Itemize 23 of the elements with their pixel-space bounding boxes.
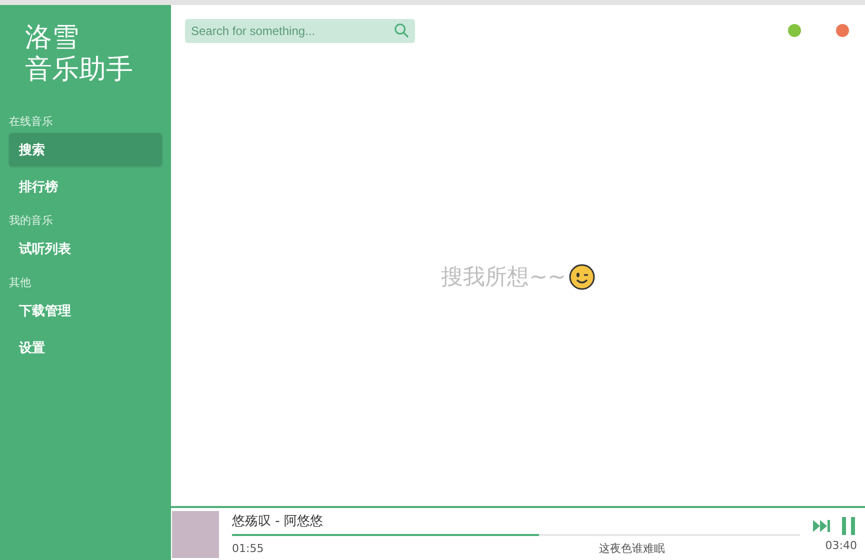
pause-button[interactable] bbox=[841, 516, 857, 534]
song-title: 悠殇叹 - 阿悠悠 bbox=[232, 513, 324, 530]
sidebar-section-title: 我的音乐 bbox=[9, 213, 54, 228]
empty-state-message: 搜我所想~~ bbox=[441, 264, 566, 292]
sidebar-item[interactable]: 搜索 bbox=[9, 133, 162, 166]
window-control-button[interactable] bbox=[788, 24, 801, 37]
sidebar-item[interactable]: 设置 bbox=[9, 331, 162, 364]
sidebar-section-title: 其他 bbox=[9, 275, 32, 290]
elapsed-time: 01:55 bbox=[232, 542, 264, 555]
album-cover bbox=[172, 510, 219, 558]
sidebar-item[interactable]: 下载管理 bbox=[9, 294, 162, 327]
window-control-button[interactable] bbox=[836, 24, 849, 37]
search-icon[interactable] bbox=[394, 22, 409, 38]
winking-face-icon bbox=[568, 264, 595, 290]
lyric-line: 这夜色谁难眠 bbox=[598, 541, 665, 556]
app-logo-title: 洛雪 bbox=[25, 22, 80, 54]
search-field[interactable]: Search for something... bbox=[185, 18, 415, 42]
next-track-button[interactable] bbox=[813, 520, 831, 532]
sidebar-item[interactable]: 排行榜 bbox=[9, 170, 162, 203]
sidebar-section-title: 在线音乐 bbox=[9, 114, 54, 129]
sidebar-item[interactable]: 试听列表 bbox=[9, 232, 162, 265]
duration-time: 03:40 bbox=[825, 538, 857, 552]
app-logo-subtitle: 音乐助手 bbox=[25, 54, 134, 86]
